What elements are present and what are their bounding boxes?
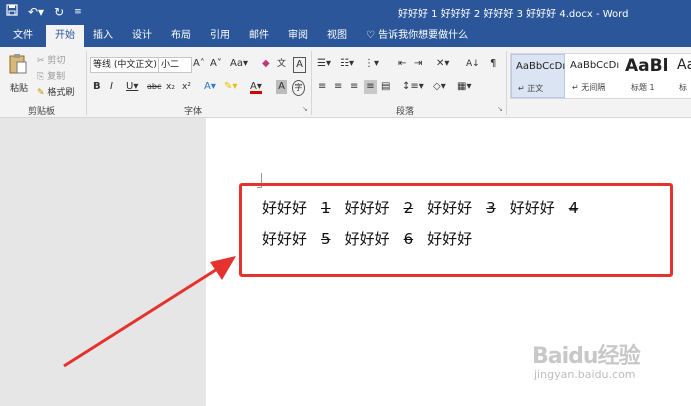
- watermark-url: jingyan.baidu.com: [534, 368, 636, 381]
- watermark-logo: Baidu经验: [532, 344, 641, 369]
- watermark: Baidu经验 jingyan.baidu.com: [532, 338, 641, 381]
